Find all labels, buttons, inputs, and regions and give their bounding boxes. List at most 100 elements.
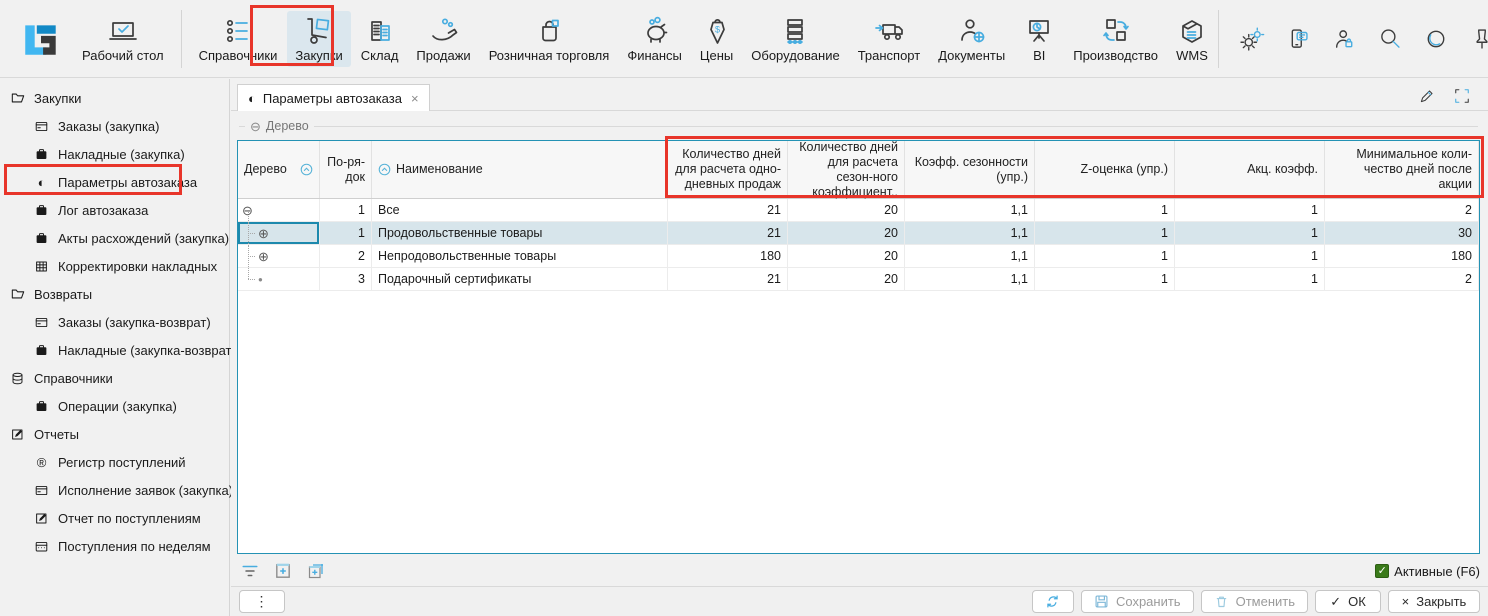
toolbar-item-purchases[interactable]: Закупки <box>287 11 350 67</box>
promo-coef-cell[interactable]: 1 <box>1175 199 1325 221</box>
min-days-cell[interactable]: 30 <box>1325 222 1479 244</box>
sidebar-item-receipts-report[interactable]: Отчет по поступлениям <box>0 504 229 532</box>
z-score-cell[interactable]: 1 <box>1035 222 1175 244</box>
toolbar-item-bi[interactable]: BI <box>1015 11 1063 67</box>
tree-collapse-icon[interactable]: ⊖ <box>242 204 253 217</box>
expand-all-icon[interactable] <box>307 562 325 580</box>
column-header-days-season-coef[interactable]: Количество дней для расчета сезон-ного к… <box>788 141 905 198</box>
name-cell[interactable]: Продовольственные товары <box>372 222 668 244</box>
promo-coef-cell[interactable]: 1 <box>1175 222 1325 244</box>
table-row[interactable]: ⊕ 2 Непродовольственные товары 180 20 1,… <box>238 245 1479 268</box>
order-cell[interactable]: 1 <box>320 199 372 221</box>
sidebar-item-returns-folder[interactable]: Возвраты <box>0 280 229 308</box>
pin-icon[interactable] <box>1469 26 1488 52</box>
table-row[interactable]: ⊖ 1 Все 21 20 1,1 1 1 2 <box>238 199 1479 222</box>
toolbar-item-references[interactable]: Справочники <box>191 11 286 67</box>
search-icon[interactable] <box>1377 26 1403 52</box>
table-row-selected[interactable]: ⊕ 1 Продовольственные товары 21 20 1,1 1… <box>238 222 1479 245</box>
toolbar-item-wms[interactable]: WMS <box>1168 11 1216 67</box>
column-header-tree[interactable]: Дерево <box>238 141 320 198</box>
ok-button[interactable]: ✓ ОК <box>1315 590 1381 613</box>
toolbar-item-documents[interactable]: Документы <box>930 11 1013 67</box>
name-cell[interactable]: Подарочный сертификаты <box>372 268 668 290</box>
sidebar-item-receipts-register[interactable]: ® Регистр поступлений <box>0 448 229 476</box>
column-header-order[interactable]: По-ря-док <box>320 141 372 198</box>
z-score-cell[interactable]: 1 <box>1035 268 1175 290</box>
sidebar-item-receipts-by-week[interactable]: Поступления по неделям <box>0 532 229 560</box>
toolbar-item-finance[interactable]: Финансы <box>619 11 690 67</box>
min-days-cell[interactable]: 180 <box>1325 245 1479 267</box>
sort-asc-icon[interactable] <box>300 163 313 176</box>
expand-node-icon[interactable] <box>274 562 292 580</box>
sidebar-item-orders-purchase[interactable]: Заказы (закупка) <box>0 112 229 140</box>
tree-cell[interactable]: ⊕ <box>238 245 320 267</box>
days-season-cell[interactable]: 20 <box>788 268 905 290</box>
toolbar-item-equipment[interactable]: Оборудование <box>743 11 847 67</box>
sidebar-item-autoorder-log[interactable]: Лог автозаказа <box>0 196 229 224</box>
toolbar-item-desktop[interactable]: Рабочий стол <box>74 11 172 67</box>
name-cell[interactable]: Все <box>372 199 668 221</box>
promo-coef-cell[interactable]: 1 <box>1175 245 1325 267</box>
days-oneday-cell[interactable]: 21 <box>668 199 788 221</box>
column-header-days-oneday-sales[interactable]: Количество дней для расчета одно-дневных… <box>668 141 788 198</box>
season-coef-cell[interactable]: 1,1 <box>905 199 1035 221</box>
sidebar-item-request-execution[interactable]: Исполнение заявок (закупка) <box>0 476 229 504</box>
close-button[interactable]: × Закрыть <box>1388 590 1480 613</box>
save-button[interactable]: Сохранить <box>1081 590 1194 613</box>
edit-pencil-icon[interactable] <box>1417 86 1437 106</box>
toolbar-item-production[interactable]: Производство <box>1065 11 1166 67</box>
active-checkbox[interactable]: ✓ <box>1375 564 1389 578</box>
column-header-name[interactable]: Наименование <box>372 141 668 198</box>
tab-close-icon[interactable]: × <box>411 91 419 106</box>
name-cell[interactable]: Непродовольственные товары <box>372 245 668 267</box>
column-header-promo-coef[interactable]: Акц. коэфф. <box>1175 141 1325 198</box>
sidebar-item-orders-return[interactable]: Заказы (закупка-возврат) <box>0 308 229 336</box>
sidebar-item-references-folder[interactable]: Справочники <box>0 364 229 392</box>
season-coef-cell[interactable]: 1,1 <box>905 222 1035 244</box>
collapse-icon[interactable]: ⊖ <box>250 120 261 133</box>
column-header-season-coef[interactable]: Коэфф. сезонности (упр.) <box>905 141 1035 198</box>
toolbar-item-transport[interactable]: Транспорт <box>850 11 929 67</box>
order-cell[interactable]: 2 <box>320 245 372 267</box>
tree-expand-icon[interactable]: ⊕ <box>258 250 269 263</box>
sidebar-item-discrepancy-acts[interactable]: Акты расхождений (закупка) <box>0 224 229 252</box>
clock-icon[interactable] <box>1423 26 1449 52</box>
settings-icon[interactable] <box>1239 26 1265 52</box>
column-header-min-days-after-promo[interactable]: Минимальное коли-чество дней после акции <box>1325 141 1479 198</box>
season-coef-cell[interactable]: 1,1 <box>905 245 1035 267</box>
sidebar-item-reports-folder[interactable]: Отчеты <box>0 420 229 448</box>
min-days-cell[interactable]: 2 <box>1325 268 1479 290</box>
promo-coef-cell[interactable]: 1 <box>1175 268 1325 290</box>
toolbar-item-prices[interactable]: $ Цены <box>692 11 741 67</box>
sidebar-item-invoices-purchase[interactable]: Накладные (закупка) <box>0 140 229 168</box>
cancel-button[interactable]: Отменить <box>1201 590 1308 613</box>
more-options-button[interactable]: ⋮ <box>239 590 285 613</box>
sidebar-item-invoices-return[interactable]: Накладные (закупка-возврат) <box>0 336 229 364</box>
user-lock-icon[interactable] <box>1331 26 1357 52</box>
support-chat-icon[interactable] <box>1285 26 1311 52</box>
tab-autoorder-params[interactable]: ◐ Параметры автозаказа × <box>237 84 430 111</box>
days-oneday-cell[interactable]: 21 <box>668 268 788 290</box>
days-oneday-cell[interactable]: 180 <box>668 245 788 267</box>
z-score-cell[interactable]: 1 <box>1035 245 1175 267</box>
z-score-cell[interactable]: 1 <box>1035 199 1175 221</box>
sidebar-item-invoice-corrections[interactable]: Корректировки накладных <box>0 252 229 280</box>
min-days-cell[interactable]: 2 <box>1325 199 1479 221</box>
sidebar-item-purchases-folder[interactable]: Закупки <box>0 84 229 112</box>
order-cell[interactable]: 1 <box>320 222 372 244</box>
sort-asc-icon[interactable] <box>378 163 391 176</box>
tree-cell[interactable]: ⊖ <box>238 199 320 221</box>
refresh-button[interactable] <box>1032 590 1074 613</box>
days-season-cell[interactable]: 20 <box>788 245 905 267</box>
toolbar-item-retail[interactable]: Розничная торговля <box>481 11 618 67</box>
order-cell[interactable]: 3 <box>320 268 372 290</box>
days-season-cell[interactable]: 20 <box>788 222 905 244</box>
tree-cell[interactable]: ● <box>238 268 320 290</box>
sidebar-item-autoorder-params[interactable]: ◐ Параметры автозаказа <box>0 168 229 196</box>
column-header-z-score[interactable]: Z-оценка (упр.) <box>1035 141 1175 198</box>
filter-icon[interactable] <box>241 562 259 580</box>
fullscreen-icon[interactable] <box>1452 86 1472 106</box>
sidebar-item-operations-purchase[interactable]: Операции (закупка) <box>0 392 229 420</box>
days-season-cell[interactable]: 20 <box>788 199 905 221</box>
table-row[interactable]: ● 3 Подарочный сертификаты 21 20 1,1 1 1… <box>238 268 1479 291</box>
